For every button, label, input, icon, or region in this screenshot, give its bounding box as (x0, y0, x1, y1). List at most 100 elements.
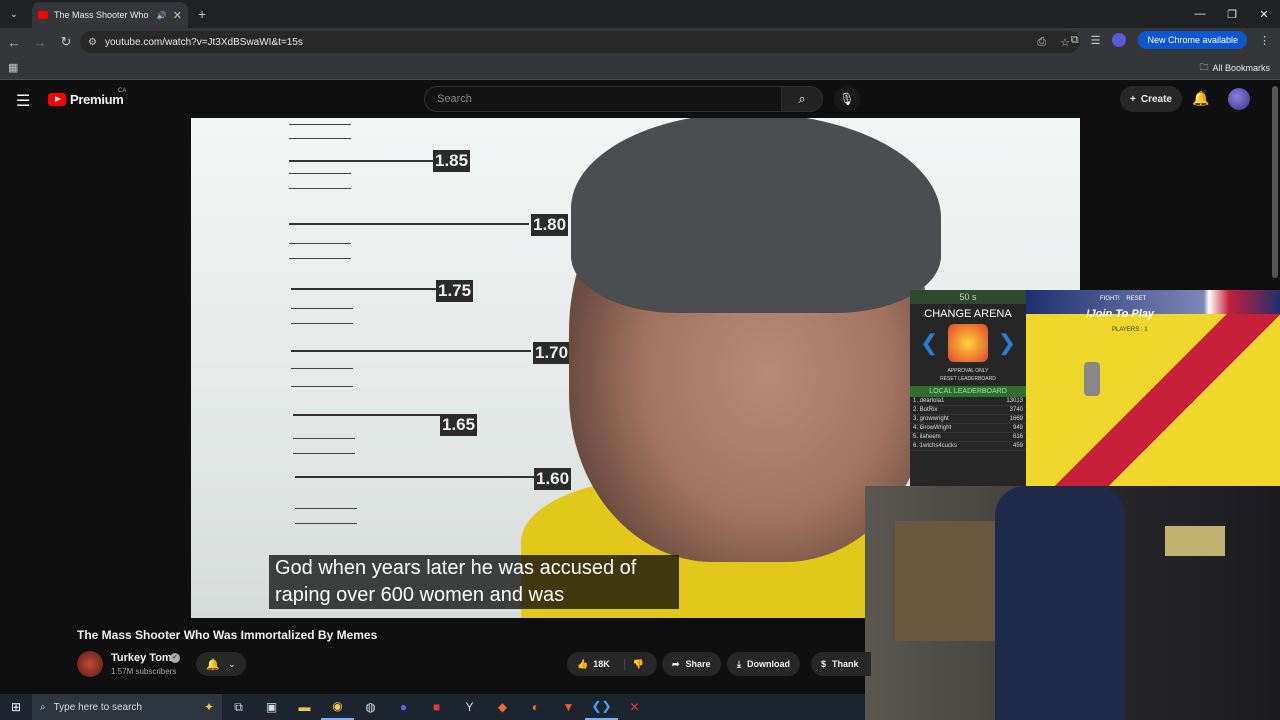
file-explorer-icon[interactable]: ▬ (288, 694, 321, 720)
channel-avatar[interactable] (77, 651, 103, 677)
windows-start-icon[interactable]: ⊞ (0, 694, 32, 720)
ruler-label: 1.80 (531, 214, 569, 236)
app-icon-red[interactable]: ■ (420, 694, 453, 720)
all-bookmarks-button[interactable]: 🗀 All Bookmarks (1199, 60, 1270, 76)
arena-view: FIGHT! RESET !Join To Play PLAYERS : 1 (1026, 290, 1280, 486)
back-button[interactable]: ← (2, 30, 26, 54)
ruler-tick (289, 243, 351, 244)
ruler-mark (291, 350, 531, 352)
ruler-tick (289, 258, 351, 259)
youtube-header: ☰ Premium CA Search ⌕ 🎙 + Create 🔔 (0, 80, 1280, 118)
arena-next-icon: ❯ (997, 330, 1016, 355)
vscode-icon[interactable]: ❮❯ (585, 694, 618, 720)
profile-avatar[interactable] (1112, 33, 1127, 47)
download-button[interactable]: ⤓ Download (727, 652, 800, 676)
ruler-label: 1.70 (533, 342, 571, 364)
ruler-tick (291, 386, 353, 387)
restore-button[interactable]: ❐ (1216, 0, 1248, 28)
page-scrollbar[interactable] (1272, 86, 1278, 278)
game-timer: 50 s (910, 290, 1026, 304)
browser-tab[interactable]: The Mass Shooter Who Was Immortalized By… (32, 2, 188, 28)
leaderboard-row: 4. GrowWright 949 (910, 424, 1026, 433)
thanks-icon: $ (821, 659, 827, 669)
notifications-bell-icon[interactable]: 🔔 (1192, 90, 1209, 107)
reset-leaderboard-label: RESET LEADERBOARD (940, 376, 996, 382)
app-icon-orange[interactable]: ◆ (486, 694, 519, 720)
address-bar[interactable]: ⚙ youtube.com/watch?v=Jt3XdBSwaWI&t=15s … (80, 31, 1080, 53)
thanks-button[interactable]: $ Thank (811, 652, 871, 676)
share-button[interactable]: ➦ Share (662, 652, 721, 676)
navigation-bar: ← → ↻ ⚙ youtube.com/watch?v=Jt3XdBSwaWI&… (0, 28, 1280, 56)
search-icon[interactable]: ⌕ (781, 86, 823, 112)
plus-icon: + (1130, 93, 1136, 105)
new-chrome-button[interactable]: New Chrome available (1138, 31, 1247, 49)
create-button[interactable]: + Create (1120, 86, 1182, 112)
arena-panel: 50 s CHANGE ARENA ❮ ❯ APPROVAL ONLY RESE… (910, 290, 1026, 486)
premium-label: Premium (70, 92, 124, 107)
chevron-down-icon: ⌄ (228, 658, 236, 669)
arena-thumbnail (948, 324, 988, 362)
close-window-button[interactable]: ✕ (1248, 0, 1280, 28)
like-button[interactable]: 👍 18K (577, 659, 610, 670)
like-dislike-group: 👍 18K 👎 (567, 652, 657, 676)
youtube-favicon-icon (38, 11, 48, 19)
app-icon-yc[interactable]: Y (453, 694, 486, 720)
like-count: 18K (593, 658, 610, 669)
country-code: CA (118, 88, 127, 94)
microphone-icon[interactable]: 🎙 (834, 86, 860, 112)
dislike-button[interactable]: 👎 (623, 658, 644, 670)
join-to-play-label: !Join To Play (1086, 308, 1155, 320)
folder-icon: 🗀 (1199, 61, 1209, 72)
search-input[interactable]: Search (424, 86, 782, 112)
ruler-tick (293, 438, 355, 439)
reading-list-icon[interactable]: ☰ (1091, 34, 1101, 47)
verified-check-icon: ✓ (170, 653, 180, 663)
apps-grid-icon[interactable]: ▦ (8, 61, 18, 74)
minimize-button[interactable]: — (1184, 0, 1216, 28)
menu-icon[interactable]: ☰ (16, 91, 32, 111)
caption-line-1: God when years later he was accused of (275, 557, 637, 579)
chrome-menu-icon[interactable]: ⋮ (1259, 34, 1270, 47)
install-icon[interactable]: ⎙ (1037, 36, 1046, 49)
close-tab-icon[interactable]: ✕ (173, 9, 182, 22)
extensions-icon[interactable]: ⧉ (1071, 34, 1079, 47)
download-icon: ⤓ (737, 658, 741, 669)
youtube-logo[interactable]: Premium CA (48, 88, 126, 107)
app-icon-store[interactable]: ▣ (255, 694, 288, 720)
audio-icon[interactable]: 🔊 (157, 11, 167, 20)
subscription-bell-button[interactable]: 🔔 ⌄ (196, 652, 246, 676)
obs-icon[interactable]: ◍ (354, 694, 387, 720)
chrome-icon[interactable]: ◉ (321, 694, 354, 720)
local-leaderboard-header: LOCAL LEADERBOARD (910, 386, 1026, 397)
new-tab-button[interactable]: + (198, 6, 206, 22)
youtube-play-icon (48, 93, 66, 106)
player-letterbox (0, 118, 191, 618)
brave-icon[interactable]: ▼ (552, 694, 585, 720)
all-bookmarks-label: All Bookmarks (1212, 62, 1270, 73)
caption-line-2: raping over 600 women and was (275, 584, 565, 606)
account-avatar[interactable] (1228, 88, 1250, 110)
taskbar-search[interactable]: ⌕ Type here to search ✦ (32, 694, 222, 720)
leaderboard-row: 6. 1wtchs4cucks 459 (910, 442, 1026, 451)
url-text: youtube.com/watch?v=Jt3XdBSwaWI&t=15s (104, 36, 303, 48)
leaderboard-row: 3. growwright 1669 (910, 415, 1026, 424)
ruler-mark (289, 160, 439, 162)
webcam-door (895, 521, 995, 641)
channel-name[interactable]: Turkey Tom (111, 652, 172, 664)
ruler-mark (289, 223, 529, 225)
tab-search-icon[interactable]: ⌄ (2, 2, 26, 26)
tab-strip: ⌄ The Mass Shooter Who Was Immortalized … (0, 0, 1280, 28)
discord-icon[interactable]: ● (387, 694, 420, 720)
ruler-tick (291, 323, 353, 324)
app-icon-x[interactable]: ✕ (618, 694, 651, 720)
share-label: Share (685, 659, 711, 669)
forward-button[interactable]: → (28, 30, 52, 54)
blender-icon[interactable]: ◐ (519, 694, 552, 720)
ruler-tick (295, 508, 357, 509)
site-info-icon[interactable]: ⚙ (88, 37, 97, 48)
task-view-icon[interactable]: ⧉ (222, 694, 255, 720)
reload-button[interactable]: ↻ (54, 30, 78, 54)
thumbs-up-icon: 👍 (577, 658, 589, 669)
thanks-label: Thank (832, 659, 859, 669)
bookmark-star-icon[interactable]: ☆ (1060, 36, 1070, 49)
